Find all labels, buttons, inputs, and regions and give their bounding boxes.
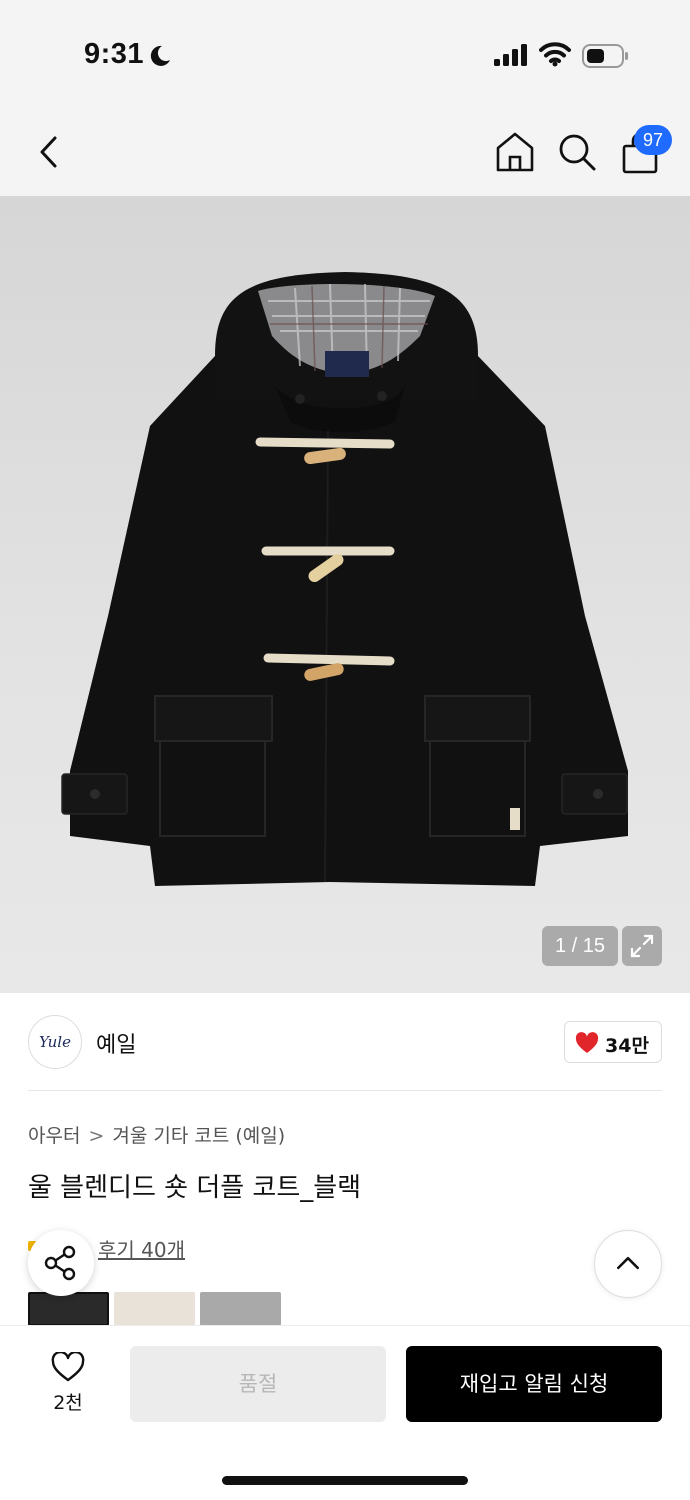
battery-icon [582, 44, 628, 68]
wishlist-button[interactable]: 2천 [38, 1348, 98, 1418]
status-time: 9:31 [84, 38, 145, 70]
moon-icon [150, 45, 170, 66]
color-swatch-black[interactable] [28, 1292, 109, 1326]
breadcrumb: 아우터 > 겨울 기타 코트 (예일) [28, 1121, 285, 1148]
brand-like-button[interactable]: 34만 [564, 1021, 662, 1063]
share-button[interactable] [28, 1230, 94, 1296]
product-title: 울 블렌디드 숏 더플 코트_블랙 [28, 1173, 362, 1203]
breadcrumb-chevron: > [88, 1125, 105, 1147]
wifi-icon [539, 42, 571, 67]
brand-row: Yule 예일 34만 [0, 993, 690, 1091]
expand-icon[interactable] [622, 926, 662, 966]
breadcrumb-subcategory[interactable]: 겨울 기타 코트 (예일) [112, 1125, 285, 1147]
brand-logo[interactable]: Yule [28, 1015, 82, 1069]
heart-filled-icon [575, 1032, 599, 1053]
signal-icon [494, 44, 527, 66]
color-swatch-brown[interactable] [200, 1292, 281, 1326]
color-swatch-beige[interactable] [114, 1292, 195, 1326]
cart-count-badge: 97 [634, 125, 672, 155]
back-button[interactable] [28, 130, 72, 174]
top-nav-bar [0, 108, 690, 196]
heart-outline-icon [51, 1352, 85, 1382]
divider [28, 1090, 662, 1091]
bottom-action-bar: 2천 품절 재입고 알림 신청 [0, 1325, 690, 1500]
share-icon [44, 1245, 76, 1281]
soldout-button: 품절 [130, 1346, 386, 1422]
scroll-to-top-button[interactable] [594, 1230, 662, 1298]
search-icon[interactable] [556, 130, 598, 174]
brand-like-count: 34만 [605, 1035, 649, 1057]
restock-alert-button[interactable]: 재입고 알림 신청 [406, 1346, 662, 1422]
home-indicator [222, 1476, 468, 1485]
brand-name[interactable]: 예일 [96, 1027, 136, 1059]
status-bar: 9:31 [0, 0, 690, 108]
home-icon[interactable] [494, 130, 536, 174]
product-image-gallery[interactable]: 1 / 15 [0, 196, 690, 993]
chevron-up-icon [617, 1256, 639, 1270]
wishlist-count: 2천 [53, 1392, 83, 1414]
breadcrumb-category[interactable]: 아우터 [28, 1125, 80, 1147]
review-link[interactable]: 후기 40개 [98, 1234, 185, 1263]
image-counter: 1 / 15 [542, 926, 618, 966]
product-photo-duffle-coat [61, 272, 628, 886]
